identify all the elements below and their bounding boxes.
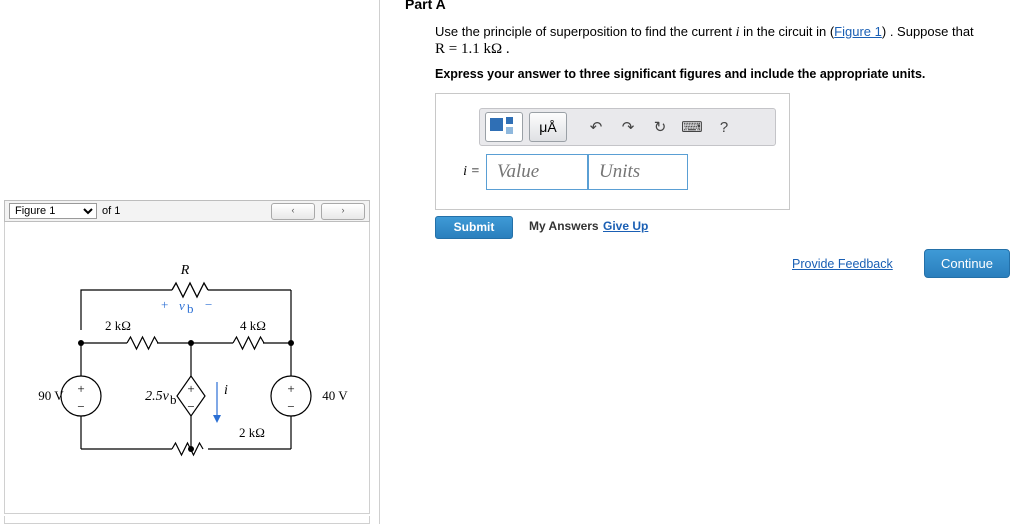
keyboard-icon[interactable]: ⌨ — [679, 114, 705, 140]
question-text-mid: in the circuit in ( — [739, 24, 835, 39]
answer-entry-box: μÅ ↶ ↷ ↻ ⌨ ? i = — [435, 93, 790, 210]
provide-feedback-link[interactable]: Provide Feedback — [792, 257, 893, 271]
label-left-source: 90 V — [38, 388, 64, 403]
figure-1-link[interactable]: Figure 1 — [834, 24, 882, 39]
undo-icon[interactable]: ↶ — [583, 114, 609, 140]
figure-next-button[interactable]: › — [321, 202, 365, 220]
redo-icon[interactable]: ↷ — [615, 114, 641, 140]
question-text-post: ) . Suppose that — [881, 24, 974, 39]
figure-toolbar: Figure 1 of 1 ‹ › — [4, 200, 370, 222]
my-answers-link[interactable]: My Answers — [529, 219, 599, 233]
label-right-resistor: 4 kΩ — [240, 318, 266, 333]
math-template-glyph — [490, 117, 513, 134]
reset-icon[interactable]: ↻ — [647, 114, 673, 140]
math-template-icon[interactable] — [485, 112, 523, 142]
figure-canvas: R + v b − 2 kΩ 4 kΩ 2 kΩ 90 V 40 V 2.5v … — [4, 222, 370, 514]
right-source-minus: − — [287, 399, 294, 414]
figure-panel: Figure 1 of 1 ‹ › R + v b − 2 kΩ 4 kΩ 2 … — [0, 0, 380, 524]
label-vb-minus: − — [205, 297, 212, 312]
label-vb: v — [179, 298, 185, 313]
dependent-source-minus: − — [187, 399, 194, 414]
continue-button[interactable]: Continue — [924, 249, 1010, 278]
label-vb-plus: + — [161, 297, 168, 312]
left-source-minus: − — [77, 399, 84, 414]
dependent-source-plus: + — [187, 381, 194, 396]
label-dependent-source-sub: b — [170, 392, 177, 407]
question-text-pre: Use the principle of superposition to fi… — [435, 24, 736, 39]
circuit-diagram: R + v b − 2 kΩ 4 kΩ 2 kΩ 90 V 40 V 2.5v … — [38, 263, 348, 457]
figure-prev-button[interactable]: ‹ — [271, 202, 315, 220]
figure-nav-buttons: ‹ › — [271, 202, 365, 220]
label-vb-sub: b — [187, 301, 194, 316]
current-arrow-icon — [213, 382, 221, 423]
give-up-link[interactable]: Give Up — [603, 219, 648, 233]
submit-button[interactable]: Submit — [435, 216, 513, 239]
figure-panel-footer — [4, 516, 370, 524]
units-input[interactable] — [588, 154, 688, 190]
label-right-source: 40 V — [322, 388, 348, 403]
label-bottom-resistor: 2 kΩ — [239, 425, 265, 440]
answer-toolbar: μÅ ↶ ↷ ↻ ⌨ ? — [479, 108, 776, 146]
label-left-resistor: 2 kΩ — [105, 318, 131, 333]
label-current-i: i — [224, 383, 228, 398]
page-title: Part A — [405, 0, 446, 12]
answer-label: i = — [463, 164, 480, 179]
right-source-plus: + — [287, 381, 294, 396]
answer-instruction: Express your answer to three significant… — [435, 67, 926, 81]
figure-select[interactable]: Figure 1 — [9, 203, 97, 219]
value-input[interactable] — [486, 154, 588, 190]
given-r-value: R = 1.1 kΩ . — [435, 41, 510, 57]
question-text: Use the principle of superposition to fi… — [435, 22, 995, 42]
answer-row: i = — [444, 154, 688, 190]
label-R: R — [180, 263, 190, 278]
label-dependent-source: 2.5v — [145, 389, 170, 404]
help-icon[interactable]: ? — [711, 114, 737, 140]
units-button[interactable]: μÅ — [529, 112, 567, 142]
left-source-plus: + — [77, 381, 84, 396]
figure-count-label: of 1 — [102, 205, 121, 217]
problem-panel: Part A Use the principle of superpositio… — [381, 0, 1024, 524]
